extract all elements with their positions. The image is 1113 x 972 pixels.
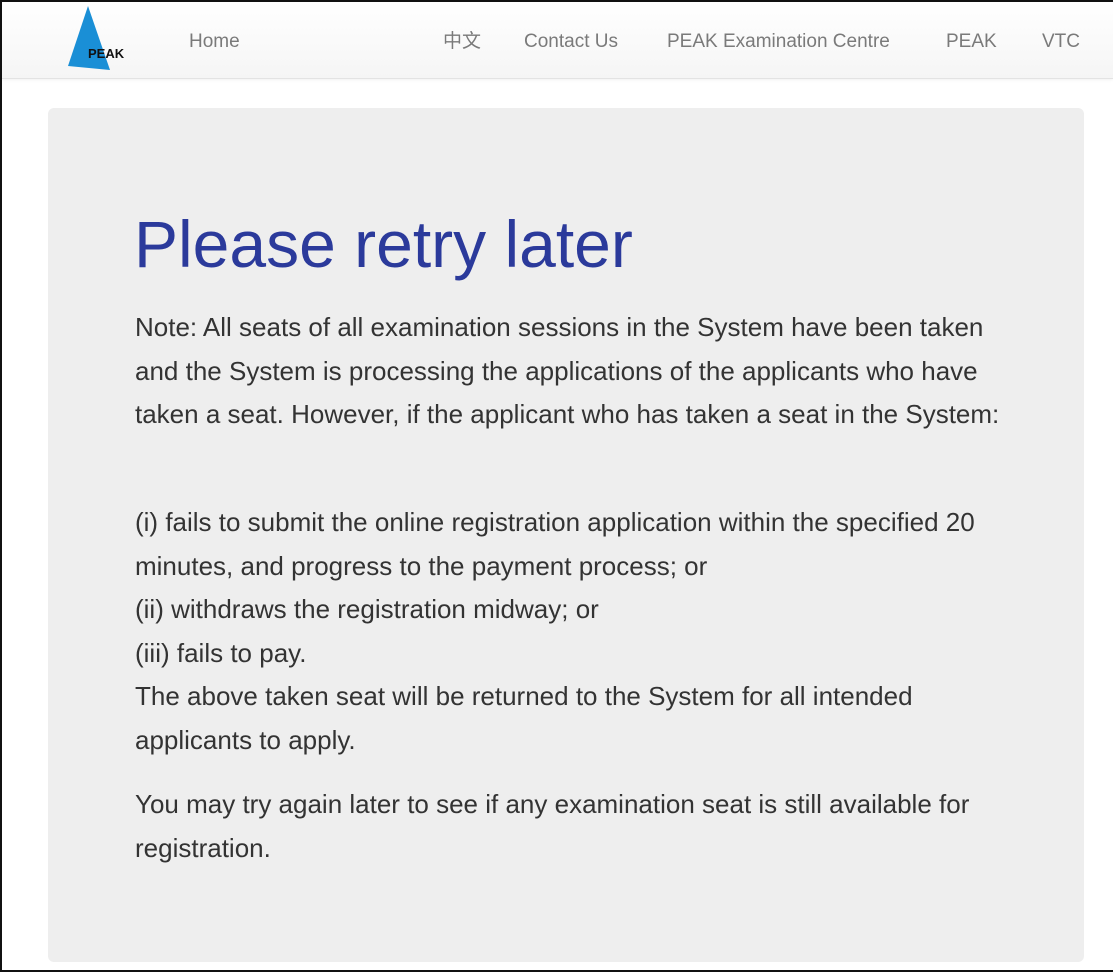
condition-line: (iii) fails to pay.: [135, 637, 307, 668]
condition-line: (i) fails to submit the online registrat…: [135, 507, 975, 581]
nav-chinese[interactable]: 中文: [443, 30, 481, 54]
top-navbar: PEAK Home 中文 Contact Us PEAK Examination…: [2, 2, 1113, 79]
page-frame: PEAK Home 中文 Contact Us PEAK Examination…: [0, 0, 1113, 972]
logo-text: PEAK: [88, 46, 125, 61]
nav-home[interactable]: Home: [189, 30, 240, 54]
note-paragraph: Note: All seats of all examination sessi…: [135, 312, 1000, 429]
nav-peak[interactable]: PEAK: [946, 30, 997, 54]
conditions-paragraph: (i) fails to submit the online registrat…: [135, 501, 1015, 762]
nav-vtc[interactable]: VTC: [1042, 30, 1080, 54]
nav-peak-examination-centre[interactable]: PEAK Examination Centre: [667, 30, 890, 54]
condition-line: (ii) withdraws the registration midway; …: [135, 594, 599, 624]
nav-contact-us[interactable]: Contact Us: [524, 30, 618, 54]
closing-paragraph: You may try again later to see if any ex…: [135, 789, 970, 863]
return-seat-line: The above taken seat will be returned to…: [135, 681, 913, 755]
page-title: Please retry later: [134, 207, 633, 281]
peak-logo-icon: PEAK: [68, 6, 125, 70]
message-panel: Please retry later Note: All seats of al…: [48, 108, 1084, 962]
peak-logo[interactable]: PEAK: [66, 6, 130, 72]
